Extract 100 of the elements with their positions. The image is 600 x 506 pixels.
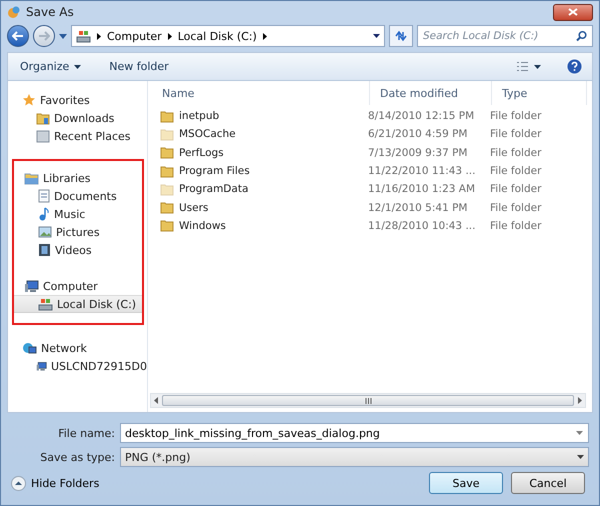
folder-icon: [160, 128, 174, 141]
file-name-field[interactable]: desktop_link_missing_from_saveas_dialog.png: [120, 423, 589, 443]
type-cell: File folder: [490, 182, 542, 196]
date-cell: 11/28/2010 10:43 ...: [368, 218, 476, 233]
sidebar-item[interactable]: Local Disk (C:): [14, 295, 142, 313]
sidebar-group-heading[interactable]: Network: [12, 339, 147, 357]
scroll-right-icon: [578, 397, 582, 404]
chevron-icon[interactable]: [262, 32, 267, 40]
item-icon: [38, 298, 53, 310]
app-icon: [7, 5, 21, 19]
forward-button[interactable]: [33, 25, 55, 47]
sidebar-item[interactable]: Videos: [14, 241, 142, 259]
date-cell: 7/13/2009 9:37 PM: [368, 146, 468, 160]
collapse-icon: [11, 476, 26, 490]
sidebar-group-heading[interactable]: Favorites: [12, 91, 147, 109]
type-cell: File folder: [490, 109, 542, 124]
list-view-icon: [516, 61, 529, 72]
date-cell: 12/1/2010 5:41 PM: [368, 200, 468, 215]
refresh-button[interactable]: [389, 25, 413, 47]
file-row[interactable]: Windows 11/28/2010 10:43 ... File folder: [160, 216, 592, 236]
close-icon: [568, 8, 578, 16]
search-icon: [576, 30, 587, 42]
sidebar-item[interactable]: Music: [14, 205, 142, 223]
chevron-icon[interactable]: [168, 32, 172, 40]
file-name: Program Files: [179, 164, 250, 178]
type-cell: File folder: [490, 146, 542, 160]
item-icon: [38, 226, 52, 238]
file-row[interactable]: MSOCache 6/21/2010 4:59 PM File folder: [160, 125, 592, 144]
back-button[interactable]: [7, 25, 29, 47]
forward-arrow-icon: [38, 31, 50, 41]
scrollbar-thumb[interactable]: [162, 395, 574, 406]
chevron-icon[interactable]: [97, 32, 101, 40]
date-cell: 11/16/2010 1:23 AM: [368, 182, 476, 196]
save-button[interactable]: Save: [429, 472, 503, 494]
item-icon: [38, 243, 51, 257]
folder-icon: [160, 201, 174, 214]
folder-icon: [160, 182, 174, 196]
caret-icon: [74, 64, 82, 68]
address-bar[interactable]: Computer Local Disk (C:): [71, 25, 385, 47]
new-folder-button[interactable]: New folder: [107, 58, 171, 75]
caret-icon: [534, 64, 541, 68]
refresh-icon: [394, 30, 408, 42]
sidebar-item[interactable]: Pictures: [14, 223, 142, 241]
file-name: MSOCache: [179, 127, 236, 142]
horizontal-scrollbar[interactable]: [150, 393, 586, 408]
group-icon: [24, 280, 39, 292]
field-label: Save as type:: [39, 450, 115, 464]
window-title: Save As: [26, 5, 75, 19]
folder-icon: [160, 146, 174, 160]
dropdown-caret-icon[interactable]: [373, 34, 380, 38]
date-cell: 11/22/2010 11:43 ...: [368, 164, 476, 178]
file-row[interactable]: PerfLogs 7/13/2009 9:37 PM File folder: [160, 144, 592, 162]
item-icon: [36, 360, 47, 372]
help-icon[interactable]: [567, 59, 582, 74]
close-button[interactable]: [553, 4, 593, 20]
group-icon: [24, 172, 39, 184]
back-arrow-icon: [12, 31, 24, 41]
item-icon: [36, 112, 50, 124]
sidebar-item[interactable]: Documents: [14, 187, 142, 205]
type-cell: File folder: [490, 164, 542, 178]
file-name: ProgramData: [179, 182, 248, 196]
file-row[interactable]: ProgramData 11/16/2010 1:23 AM File folder: [160, 180, 592, 198]
breadcrumb[interactable]: Computer: [107, 30, 162, 42]
file-row[interactable]: Users 12/1/2010 5:41 PM File folder: [160, 198, 592, 217]
sidebar-group-heading[interactable]: Libraries: [14, 169, 142, 187]
file-name: inetpub: [179, 109, 220, 124]
sidebar-item[interactable]: Recent Places: [12, 127, 147, 145]
column-header[interactable]: Type: [492, 81, 587, 105]
file-row[interactable]: inetpub 8/14/2010 12:15 PM File folder: [160, 107, 592, 126]
location-icon: [76, 30, 91, 42]
search-field[interactable]: Search Local Disk (C:): [417, 25, 593, 47]
sidebar-item[interactable]: USLCND72915D0: [12, 357, 147, 375]
view-button[interactable]: [514, 59, 543, 74]
organize-button[interactable]: Organize: [18, 58, 84, 75]
hide-folders-button[interactable]: Hide Folders: [7, 476, 421, 490]
column-header[interactable]: Date modified: [370, 81, 492, 105]
dropdown-caret-icon: [577, 455, 584, 459]
sidebar-item[interactable]: Downloads: [12, 109, 147, 127]
date-cell: 8/14/2010 12:15 PM: [368, 109, 474, 124]
cancel-button[interactable]: Cancel: [511, 472, 585, 494]
folder-icon: [160, 164, 174, 178]
file-name: Windows: [179, 218, 226, 233]
dropdown-caret-icon: [576, 431, 583, 435]
grip-icon: [364, 398, 372, 404]
file-name: PerfLogs: [179, 146, 224, 160]
file-name: Users: [179, 200, 208, 215]
group-icon: [22, 93, 36, 107]
folder-icon: [160, 219, 174, 232]
field-label: File name:: [57, 426, 115, 440]
folder-icon: [160, 110, 174, 123]
type-cell: File folder: [490, 200, 542, 215]
breadcrumb[interactable]: Local Disk (C:): [178, 30, 257, 42]
type-cell: File folder: [490, 127, 542, 142]
scroll-left-icon: [154, 397, 158, 404]
sidebar-group-heading[interactable]: Computer: [14, 277, 142, 295]
type-cell: File folder: [490, 218, 542, 233]
file-type-dropdown[interactable]: PNG (*.png): [120, 447, 589, 467]
column-header[interactable]: Name: [152, 81, 370, 105]
file-row[interactable]: Program Files 11/22/2010 11:43 ... File folder: [160, 162, 592, 180]
group-icon: [22, 342, 37, 354]
